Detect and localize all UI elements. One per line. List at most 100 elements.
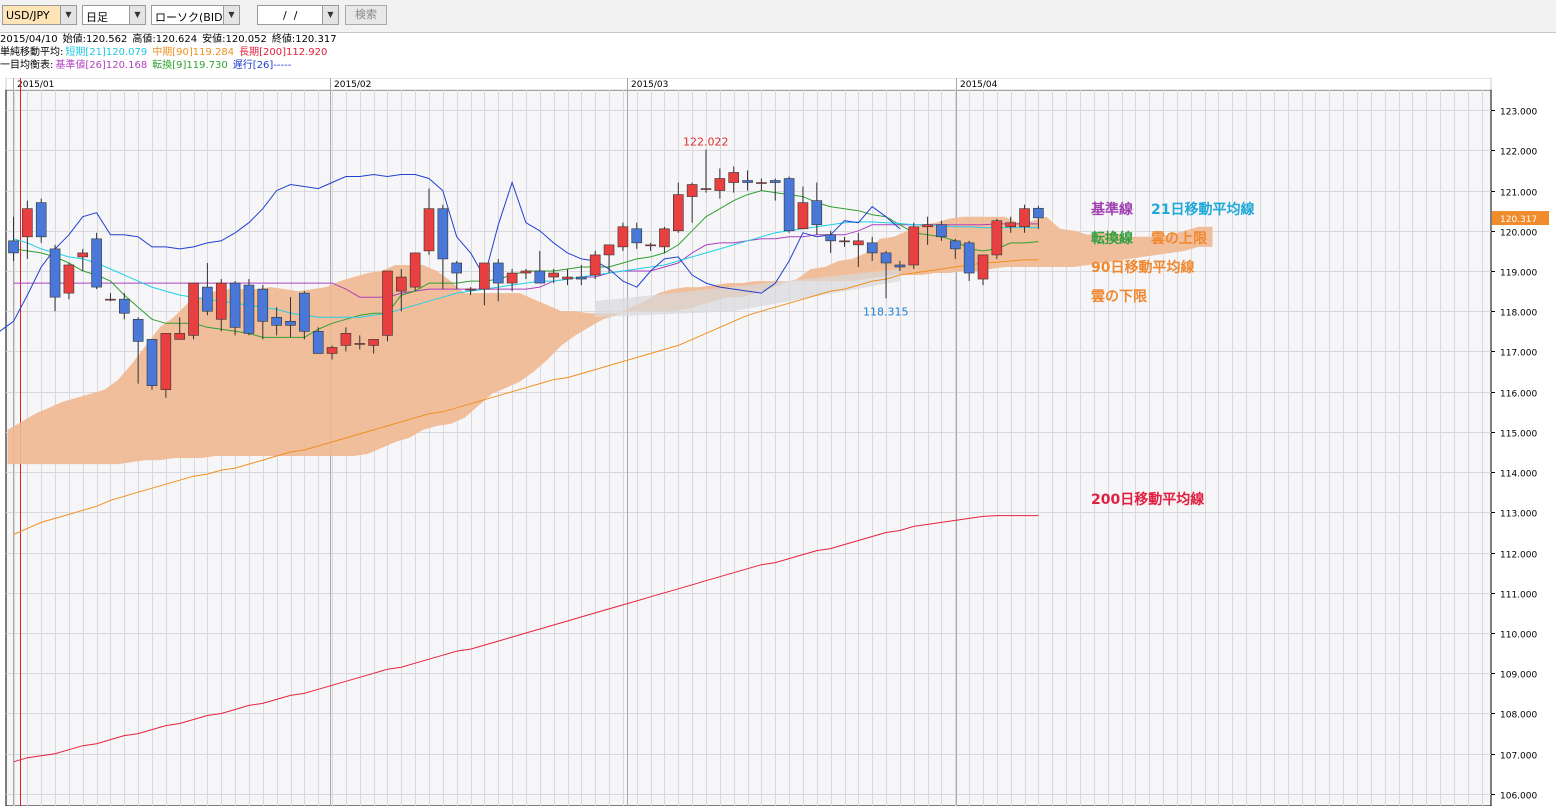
candle-body bbox=[63, 264, 75, 294]
candle bbox=[91, 232, 102, 290]
chevron-down-icon[interactable]: ▼ bbox=[60, 6, 76, 24]
price-chart[interactable]: 123.000 122.000 121.000 120.000 119.000 118.0… bbox=[0, 78, 1556, 806]
candle-body bbox=[479, 262, 490, 290]
candle-body bbox=[659, 228, 670, 248]
y-tick-label: 108.000 bbox=[1500, 711, 1537, 721]
candle-body bbox=[105, 298, 116, 301]
candle-body bbox=[354, 343, 366, 345]
ichimoku-info-line: 一目均衡表: 基準値[26]120.168 転換[9]119.730 遅行[26]--… bbox=[0, 60, 1556, 72]
candle-body bbox=[437, 208, 449, 260]
candle-body bbox=[728, 172, 740, 183]
candle-body bbox=[271, 316, 282, 326]
candle-body bbox=[451, 262, 463, 274]
info-sma-short: 短期[21]120.079 bbox=[65, 47, 148, 58]
candle-body bbox=[368, 339, 379, 346]
info-low: 安値:120.052 bbox=[202, 34, 267, 45]
chart-svg: 123.000 122.000 121.000 120.000 119.000 118.0… bbox=[0, 78, 1549, 806]
candle-body bbox=[340, 333, 352, 346]
candle-body bbox=[229, 282, 241, 328]
candle-body bbox=[423, 208, 435, 252]
candle bbox=[229, 281, 241, 336]
candle-body bbox=[395, 276, 407, 292]
info-open: 始値:120.562 bbox=[62, 34, 128, 45]
y-tick-label: 112.000 bbox=[1500, 551, 1537, 561]
symbol-select[interactable]: USD/JPY ▼ bbox=[2, 5, 77, 25]
candle-body bbox=[146, 339, 158, 386]
candle bbox=[589, 250, 601, 280]
candle-body bbox=[686, 184, 698, 197]
annotation-sma90: 90日移動平均線 bbox=[1091, 260, 1195, 276]
candle-body bbox=[49, 248, 61, 298]
candle-body bbox=[299, 292, 310, 332]
candle-body bbox=[949, 240, 961, 250]
candle-body bbox=[797, 202, 809, 230]
y-tick-label: 111.000 bbox=[1500, 591, 1537, 601]
candle bbox=[243, 279, 255, 336]
candle-body bbox=[285, 320, 296, 326]
date-picker[interactable]: / / ▼ bbox=[257, 5, 339, 25]
candle-body bbox=[631, 228, 643, 244]
y-tick-label: 118.000 bbox=[1500, 309, 1537, 319]
ohlc-info-line: 2015/04/10 始値:120.562 高値:120.624 安値:120.052… bbox=[0, 34, 1556, 46]
chart-type-select[interactable]: ローソク(BID) ▼ bbox=[151, 5, 240, 25]
candle-body bbox=[811, 200, 823, 226]
candle bbox=[188, 282, 199, 340]
search-button[interactable]: 検索 bbox=[345, 5, 387, 25]
candle bbox=[146, 339, 158, 390]
annotation-cloud-lower: 雲の下限 bbox=[1091, 289, 1147, 305]
candle-body bbox=[769, 180, 781, 183]
y-tick-label: 117.000 bbox=[1500, 349, 1537, 359]
candle-body bbox=[243, 284, 255, 334]
y-tick-label: 121.000 bbox=[1500, 189, 1537, 199]
candle-body bbox=[91, 238, 102, 288]
info-sma-mid: 中期[90]119.284 bbox=[152, 47, 235, 58]
toolbar: USD/JPY ▼ 日足 ▼ ローソク(BID) ▼ / / ▼ 検索 bbox=[0, 0, 1556, 33]
current-price-label: 120.317 bbox=[1500, 215, 1537, 225]
candle-body bbox=[714, 178, 726, 191]
candle-body bbox=[492, 262, 504, 284]
candle-body bbox=[534, 270, 546, 284]
candle-body bbox=[603, 244, 615, 256]
candle-body bbox=[409, 252, 421, 288]
candle-body bbox=[506, 272, 518, 284]
y-tick-label: 116.000 bbox=[1500, 390, 1537, 400]
info-high: 高値:120.624 bbox=[132, 34, 198, 45]
candle-body bbox=[977, 254, 989, 280]
y-tick-label: 120.000 bbox=[1500, 229, 1537, 239]
chevron-down-icon[interactable]: ▼ bbox=[223, 6, 239, 24]
chevron-down-icon[interactable]: ▼ bbox=[322, 6, 338, 24]
candle-body bbox=[617, 226, 629, 248]
candle-body bbox=[742, 180, 753, 183]
candle-body bbox=[202, 286, 213, 312]
candle-body bbox=[119, 298, 130, 314]
candle-body bbox=[35, 202, 47, 238]
candle-body bbox=[22, 208, 33, 238]
info-sma-long: 長期[200]112.920 bbox=[239, 47, 328, 58]
candle-body bbox=[645, 244, 656, 247]
candle-body bbox=[894, 264, 906, 268]
candle-body bbox=[908, 226, 920, 266]
period-select[interactable]: 日足 ▼ bbox=[82, 5, 146, 25]
info-tenkan: 転換[9]119.730 bbox=[152, 60, 228, 71]
candle bbox=[783, 176, 795, 233]
y-tick-label: 115.000 bbox=[1500, 430, 1537, 440]
candle-body bbox=[880, 252, 892, 264]
candle-body bbox=[963, 242, 975, 274]
candle-body bbox=[465, 288, 476, 291]
candle bbox=[991, 218, 1003, 259]
annotation-cloud-upper: 雲の上限 bbox=[1151, 231, 1207, 247]
candle-body bbox=[936, 224, 947, 238]
y-tick-label: 123.000 bbox=[1500, 108, 1537, 118]
candle-body bbox=[1033, 207, 1044, 219]
candle-body bbox=[700, 188, 712, 190]
x-tick-label: 2015/01 bbox=[17, 80, 54, 90]
date-label-strip bbox=[5, 78, 1492, 91]
candle-body bbox=[825, 234, 836, 242]
y-tick-label: 107.000 bbox=[1500, 752, 1537, 762]
candle bbox=[160, 333, 172, 398]
candle-body bbox=[839, 240, 850, 243]
sma-info-line: 単純移動平均: 短期[21]120.079 中期[90]119.284 長期[200]… bbox=[0, 47, 1556, 59]
info-kijun: 基準値[26]120.168 bbox=[55, 60, 148, 71]
chevron-down-icon[interactable]: ▼ bbox=[129, 6, 145, 24]
candle-body bbox=[160, 333, 172, 390]
